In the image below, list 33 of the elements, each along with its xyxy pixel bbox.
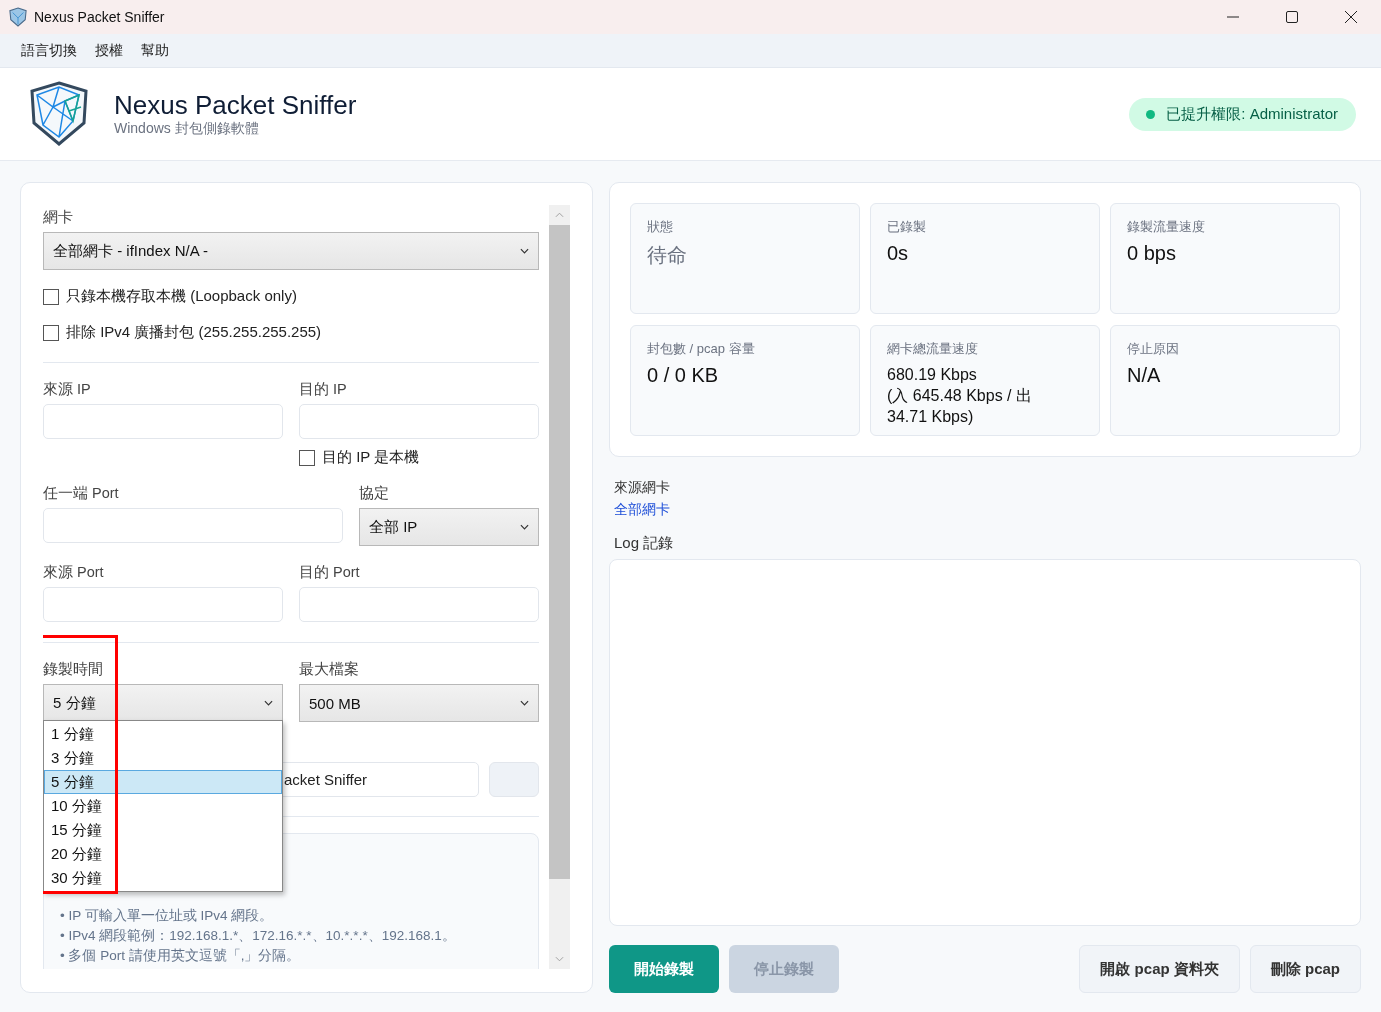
app-subtitle: Windows 封包側錄軟體	[114, 120, 260, 138]
field-label: 錄製時間	[43, 660, 104, 679]
stat-label: 停止原因	[1127, 340, 1180, 358]
privilege-text: 已提升權限: Administrator	[1166, 104, 1338, 124]
field-label: 目的 IP	[299, 380, 348, 399]
stat-value: 680.19 Kbps (入 645.48 Kbps / 出 34.71 Kbps)	[887, 365, 1033, 427]
note-text: • 多個 Port 請使用英文逗號「,」分隔。	[60, 947, 302, 965]
stat-value: 0 bps	[1127, 242, 1177, 265]
field-label: 來源 Port	[43, 563, 105, 582]
stat-label: 封包數 / pcap 容量	[647, 340, 756, 358]
field-label: 協定	[359, 484, 390, 503]
stat-value: 0 / 0 KB	[647, 364, 720, 387]
field-label: 來源 IP	[43, 380, 92, 399]
checkbox-label: 排除 IPv4 廣播封包 (255.255.255.255)	[66, 323, 322, 342]
field-label: 網卡	[43, 208, 74, 227]
stat-value: 0s	[887, 242, 910, 265]
stat-label: 網卡總流量速度	[887, 340, 979, 358]
stat-label: 錄製流量速度	[1127, 218, 1206, 236]
checkbox-label: 目的 IP 是本機	[322, 448, 420, 467]
stat-value: 待命	[647, 243, 688, 268]
note-text: • IPv4 網段範例：192.168.1.*、172.16.*.*、10.*.*.*、192.168.1。	[60, 927, 457, 945]
field-label: 目的 Port	[299, 563, 361, 582]
field-label: 最大檔案	[299, 660, 360, 679]
checkbox-label: 只錄本機存取本機 (Loopback only)	[66, 287, 297, 306]
stat-label: 狀態	[647, 218, 674, 236]
note-text: • IP 可輸入單一位址或 IPv4 網段。	[60, 907, 275, 925]
source-adapter-label: 來源網卡	[614, 479, 671, 497]
stat-value: N/A	[1127, 364, 1162, 387]
window-title: Nexus Packet Sniffer	[34, 9, 165, 25]
stat-label: 已錄製	[887, 218, 927, 236]
app-title: Nexus Packet Sniffer	[114, 90, 357, 120]
field-label: 任一端 Port	[43, 484, 120, 503]
log-label: Log 記錄	[614, 534, 675, 553]
